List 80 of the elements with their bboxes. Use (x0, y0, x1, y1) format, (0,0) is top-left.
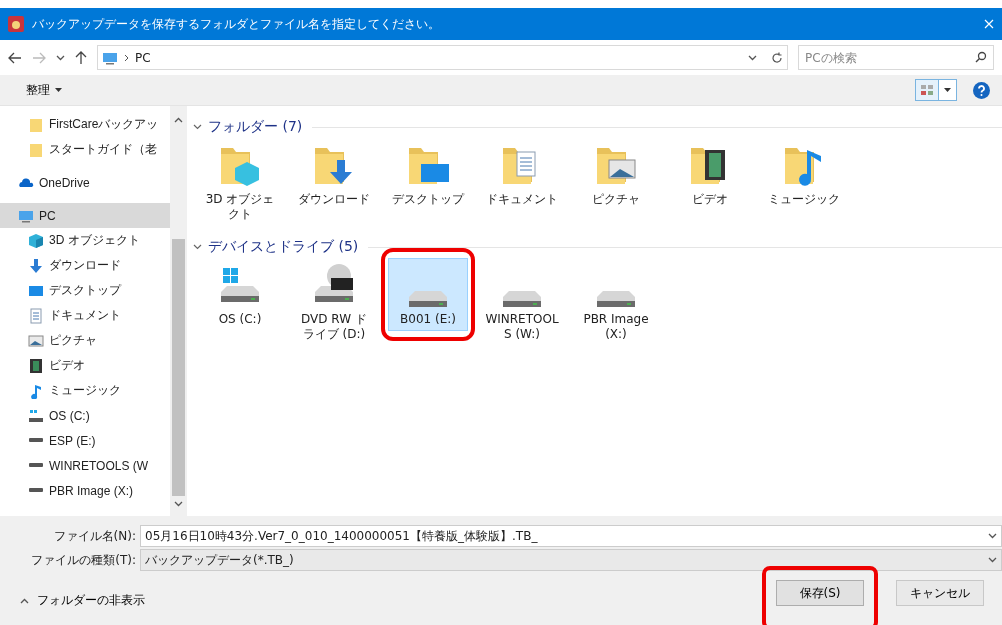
drive-icon (596, 290, 636, 308)
filename-field[interactable]: 05月16日10時43分.Ver7_0_010_1400000051【特養版_体験版】.TB_ (140, 525, 1002, 547)
field-label: ファイルの種類(T): (30, 551, 137, 569)
group-header[interactable]: フォルダー (7) (193, 116, 1002, 138)
nav-pane-item[interactable]: ミュージック (0, 378, 170, 403)
search-field[interactable]: PCの検索 (798, 45, 994, 70)
folder-item[interactable]: ドキュメント (482, 138, 562, 211)
cube-icon (28, 232, 44, 249)
view-button[interactable] (915, 79, 939, 101)
address-bar[interactable]: PC (97, 45, 788, 70)
download-icon (28, 257, 44, 274)
nav-pane-item[interactable]: PC (0, 203, 170, 228)
drive-icon (28, 438, 44, 443)
drive-icon (28, 407, 44, 424)
chevron-down-icon (988, 557, 997, 563)
folder-item[interactable]: ダウンロード (294, 138, 374, 211)
nav-pane-item[interactable]: FirstCareバックアッ (0, 112, 170, 137)
nav-pane-item[interactable]: PBR Image (X:) (0, 478, 170, 503)
folder-icon (28, 141, 44, 158)
picture-icon (28, 332, 44, 349)
document-icon (28, 307, 44, 324)
music-note-icon (28, 382, 44, 399)
folder-item[interactable]: デスクトップ (388, 138, 468, 211)
nav-pane-item[interactable]: WINRETOOLS (W (0, 453, 170, 478)
drive-icon (28, 488, 44, 493)
folder-item[interactable]: ピクチャ (576, 138, 656, 211)
nav-pane-item[interactable]: ダウンロード (0, 253, 170, 278)
nav-pane-item[interactable]: ビデオ (0, 353, 170, 378)
folder-item[interactable]: ミュージック (764, 138, 844, 211)
chevron-up-icon (174, 117, 183, 123)
film-icon (28, 357, 44, 374)
field-label: ファイル名(N): (52, 527, 137, 545)
chevron-down-icon (193, 244, 202, 250)
chevron-down-icon (988, 533, 997, 539)
drive-item[interactable]: B001 (E:) (388, 258, 468, 331)
group-title: デバイスとドライブ (5) (208, 238, 359, 256)
refresh-icon[interactable] (771, 51, 783, 64)
chevron-down-icon (174, 501, 183, 507)
drive-icon (502, 290, 542, 308)
drive-item[interactable]: OS (C:) (200, 258, 280, 331)
drive-item[interactable]: PBR Image (X:) (576, 258, 656, 346)
scrollbar[interactable] (170, 106, 187, 516)
file-type-dropdown[interactable]: バックアップデータ(*.TB_) (140, 549, 1002, 571)
drive-item[interactable]: DVD RW ドライブ (D:) (294, 258, 374, 346)
breadcrumb-chevron-icon (124, 53, 129, 62)
dropdown-arrow-icon (55, 88, 62, 92)
dropdown-arrow-icon (944, 88, 951, 92)
cancel-button[interactable]: キャンセル (896, 580, 984, 606)
nav-pane-item[interactable]: デスクトップ (0, 278, 170, 303)
back-arrow-icon[interactable] (8, 51, 22, 64)
app-icon (8, 16, 24, 32)
nav-pane-item[interactable]: ESP (E:) (0, 428, 170, 453)
organize-button[interactable]: 整理 (26, 81, 62, 99)
search-icon (975, 51, 987, 63)
group-title: フォルダー (7) (208, 118, 303, 136)
nav-pane-item[interactable]: OneDrive (0, 170, 170, 195)
nav-pane-item[interactable]: ピクチャ (0, 328, 170, 353)
up-arrow-icon[interactable] (75, 50, 87, 65)
view-grid-icon (920, 84, 934, 96)
nav-pane-item[interactable]: 3D オブジェクト (0, 228, 170, 253)
nav-pane-item[interactable]: ドキュメント (0, 303, 170, 328)
folder-item[interactable]: 3D オブジェクト (200, 138, 280, 226)
view-dropdown-button[interactable] (939, 79, 957, 101)
drive-item[interactable]: WINRETOOLS (W:) (482, 258, 562, 346)
folder-icon (28, 116, 44, 133)
drive-icon (408, 290, 448, 308)
chevron-down-icon (748, 54, 757, 61)
chevron-down-icon (193, 124, 202, 130)
hide-folders-toggle[interactable]: フォルダーの非表示 (20, 592, 145, 609)
group-header[interactable]: デバイスとドライブ (5) (193, 236, 1002, 258)
recent-chevron-icon (56, 54, 65, 61)
help-icon[interactable] (973, 81, 990, 99)
chevron-up-icon (20, 597, 29, 604)
close-icon[interactable] (984, 19, 994, 29)
nav-pane-item[interactable]: OS (C:) (0, 403, 170, 428)
drive-icon (28, 463, 44, 468)
nav-pane-item[interactable]: スタートガイド（老 (0, 137, 170, 162)
save-button[interactable]: 保存(S) (776, 580, 864, 606)
window-title: バックアップデータを保存するフォルダとファイル名を指定してください。 (32, 15, 441, 33)
folder-item[interactable]: ビデオ (670, 138, 750, 211)
